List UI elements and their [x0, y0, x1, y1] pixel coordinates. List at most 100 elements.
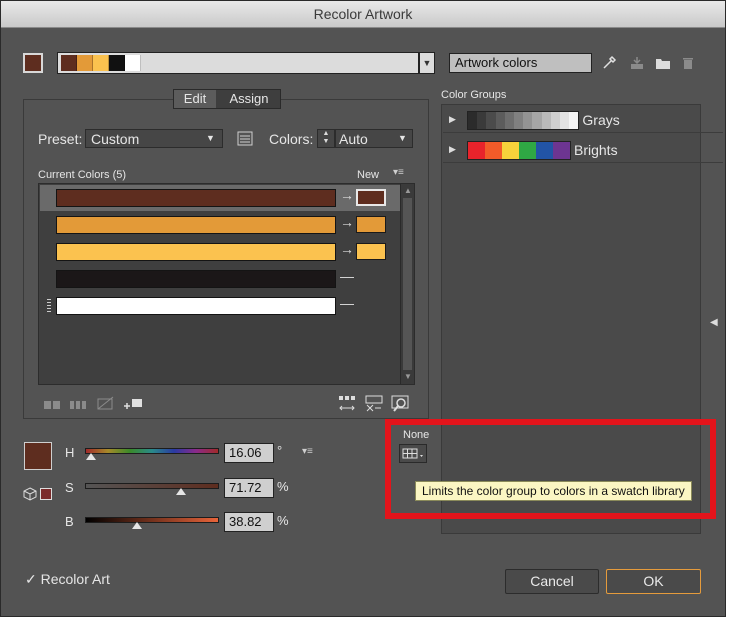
- mapping-arrow-icon[interactable]: →: [340, 241, 354, 257]
- new-color-swatch[interactable]: [356, 216, 386, 233]
- hsb-color-swatch[interactable]: [24, 442, 52, 470]
- color-group-name: Brights: [574, 142, 618, 158]
- saturation-slider[interactable]: [85, 483, 219, 489]
- exclude-colors-icon[interactable]: [97, 396, 115, 413]
- scroll-up-arrow[interactable]: ▲: [404, 186, 412, 195]
- ok-button[interactable]: OK: [606, 569, 701, 594]
- recolor-artwork-dialog: Recolor Artwork ▼ Artwork colors Edit As…: [0, 0, 726, 617]
- cancel-button[interactable]: Cancel: [505, 569, 599, 594]
- group-swatch: [486, 112, 496, 129]
- color-mode-menu-icon[interactable]: ▾≡: [302, 447, 313, 457]
- active-color-swatch[interactable]: [23, 53, 43, 73]
- row-drag-handle[interactable]: [47, 299, 51, 313]
- group-swatch: [504, 112, 514, 129]
- find-color-in-artwork-icon[interactable]: [391, 395, 409, 415]
- strip-swatch: [77, 55, 93, 71]
- new-color-swatch[interactable]: [356, 243, 386, 260]
- saturation-unit: %: [277, 479, 289, 494]
- color-group-row[interactable]: ▶ Grays: [443, 105, 723, 133]
- mapping-arrow-icon[interactable]: →: [340, 187, 354, 203]
- artwork-colors-field[interactable]: Artwork colors: [449, 53, 592, 73]
- brightness-slider-thumb[interactable]: [132, 522, 143, 529]
- current-color-bar[interactable]: [56, 189, 336, 207]
- new-row-icon[interactable]: [123, 397, 143, 413]
- group-swatch: [468, 142, 485, 159]
- s-label: S: [65, 480, 74, 495]
- group-swatch: [485, 142, 502, 159]
- current-colors-header: Current Colors (5): [38, 169, 127, 181]
- preset-dropdown[interactable]: Custom ▼: [85, 129, 223, 148]
- recolor-art-checkbox[interactable]: ✓ Recolor Art: [25, 571, 110, 588]
- chevron-down-icon: ▼: [398, 133, 407, 143]
- unmapped-dash-icon[interactable]: —: [340, 295, 354, 311]
- colors-label: Colors:: [269, 131, 314, 147]
- colors-dropdown[interactable]: Auto ▼: [335, 129, 413, 148]
- tab-edit[interactable]: Edit: [174, 90, 216, 108]
- tab-assign[interactable]: Assign: [218, 90, 280, 108]
- b-label: B: [65, 514, 74, 529]
- group-swatch: [532, 112, 542, 129]
- hue-slider-thumb[interactable]: [86, 453, 97, 460]
- unmapped-dash-icon[interactable]: —: [340, 268, 354, 284]
- strip-swatch: [93, 55, 109, 71]
- color-group-row[interactable]: ▶ Brights: [443, 135, 723, 163]
- trash-icon[interactable]: [681, 56, 695, 72]
- saturation-slider-thumb[interactable]: [176, 488, 187, 495]
- saturation-value-field[interactable]: 71.72: [224, 478, 274, 498]
- artwork-color-strip[interactable]: [57, 52, 419, 74]
- column-menu-icon[interactable]: ▾≡: [393, 168, 404, 178]
- collapse-panel-arrow[interactable]: ◀: [710, 317, 718, 328]
- group-swatch: [502, 142, 519, 159]
- group-swatch: [513, 112, 524, 129]
- eyedropper-icon[interactable]: [601, 55, 617, 73]
- strip-dropdown-arrow[interactable]: ▼: [419, 52, 435, 74]
- color-groups-header: Color Groups: [441, 89, 507, 101]
- brightness-value-field[interactable]: 38.82: [224, 512, 274, 532]
- mapping-arrow-icon[interactable]: →: [340, 214, 354, 230]
- color-row[interactable]: →: [40, 212, 400, 238]
- strip-swatch: [61, 55, 77, 71]
- new-folder-icon[interactable]: [655, 56, 671, 72]
- group-swatch: [550, 112, 560, 129]
- current-colors-list: → → → — — ▲ ▼: [38, 183, 415, 385]
- group-swatch: [477, 112, 487, 129]
- brightness-slider[interactable]: [85, 517, 219, 523]
- current-color-bar[interactable]: [56, 243, 336, 261]
- hue-value-field[interactable]: 16.06: [224, 443, 274, 463]
- brightness-unit: %: [277, 513, 289, 528]
- group-swatch-strip: [467, 141, 571, 160]
- new-color-swatch[interactable]: [356, 189, 386, 206]
- color-row[interactable]: —: [40, 266, 400, 292]
- preset-value: Custom: [91, 131, 140, 147]
- group-swatch: [519, 142, 536, 159]
- save-group-icon[interactable]: [629, 56, 645, 72]
- gamut-swatch[interactable]: [40, 488, 52, 500]
- group-swatch: [495, 112, 505, 129]
- current-color-bar[interactable]: [56, 216, 336, 234]
- scroll-down-arrow[interactable]: ▼: [404, 372, 412, 381]
- current-color-bar[interactable]: [56, 297, 336, 315]
- current-color-bar[interactable]: [56, 270, 336, 288]
- expand-triangle-icon[interactable]: ▶: [449, 114, 456, 125]
- group-swatch: [559, 112, 570, 129]
- hue-slider[interactable]: [85, 448, 219, 454]
- color-row[interactable]: —: [40, 293, 400, 319]
- color-strip-swatches: [61, 55, 141, 71]
- randomly-change-saturation-icon[interactable]: [365, 395, 383, 415]
- separate-colors-icon[interactable]: [70, 399, 88, 412]
- color-group-name: Grays: [582, 112, 620, 128]
- randomly-change-order-icon[interactable]: [338, 395, 356, 415]
- color-row[interactable]: →: [40, 239, 400, 265]
- expand-triangle-icon[interactable]: ▶: [449, 144, 456, 155]
- color-cube-icon: [23, 487, 37, 503]
- chevron-down-icon: ▼: [206, 133, 215, 143]
- tab-group: Edit Assign: [173, 89, 281, 109]
- color-reduction-options-icon[interactable]: [237, 131, 253, 148]
- list-scrollbar[interactable]: ▲ ▼: [400, 184, 414, 384]
- scroll-thumb[interactable]: [403, 198, 412, 370]
- merge-colors-icon[interactable]: [44, 399, 62, 412]
- colors-stepper[interactable]: ▲ ▼: [317, 129, 335, 148]
- color-row[interactable]: →: [40, 185, 400, 211]
- preset-label: Preset:: [38, 131, 83, 147]
- checkmark-icon: ✓: [25, 571, 37, 587]
